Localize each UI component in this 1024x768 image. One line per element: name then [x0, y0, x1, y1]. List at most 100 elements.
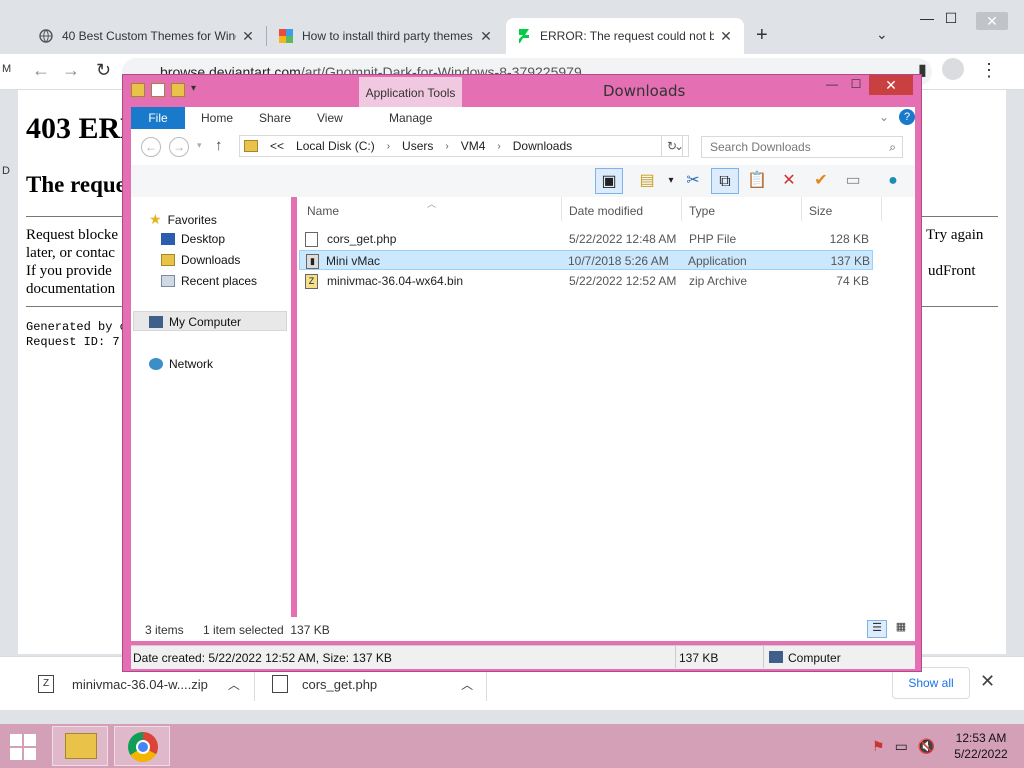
preview-pane-icon[interactable]: ▣: [595, 168, 623, 194]
column-size[interactable]: Size: [809, 204, 832, 218]
checkmark-icon[interactable]: ✔: [807, 168, 835, 194]
nav-label: Favorites: [167, 212, 217, 227]
recent-dropdown-icon[interactable]: ▾: [197, 140, 202, 151]
file-icon: [272, 675, 288, 693]
action-center-flag-icon[interactable]: ⚑: [872, 738, 885, 755]
delete-icon[interactable]: ✕: [775, 168, 803, 194]
cut-icon[interactable]: ✂: [679, 168, 707, 194]
file-type: PHP File: [689, 232, 737, 246]
breadcrumb-overflow[interactable]: <<: [270, 139, 284, 153]
maximize-button[interactable]: ☐: [934, 10, 968, 30]
chevron-right-icon[interactable]: ›: [497, 141, 500, 152]
nav-favorites[interactable]: ★ Favorites: [149, 211, 217, 228]
breadcrumb[interactable]: << Local Disk (C:) › Users › VM4 › Downl…: [239, 135, 689, 157]
address-row: ← → ▾ ↑ << Local Disk (C:) › Users › VM4…: [131, 129, 915, 165]
close-icon[interactable]: ✕: [980, 671, 995, 692]
breadcrumb-item[interactable]: Downloads: [513, 139, 572, 153]
menu-kebab-icon[interactable]: ⋮: [980, 60, 998, 81]
folder-icon[interactable]: [131, 83, 145, 97]
file-row-selected[interactable]: ▮ Mini vMac 10/7/2018 5:26 AM Applicatio…: [299, 250, 873, 270]
tab-error-active[interactable]: ERROR: The request could not be satisfie…: [506, 18, 744, 54]
details-view-icon[interactable]: ☰: [867, 620, 887, 638]
taskbar-chrome[interactable]: [114, 726, 170, 766]
large-icons-view-icon[interactable]: ▦: [891, 620, 911, 638]
close-tab-icon[interactable]: ✕: [718, 28, 734, 45]
windows-logo-pane: [10, 748, 22, 760]
search-icon: ⌕: [889, 140, 896, 154]
breadcrumb-item[interactable]: VM4: [461, 139, 486, 153]
column-separator[interactable]: [681, 197, 682, 221]
close-button[interactable]: ✕: [869, 75, 913, 95]
file-row[interactable]: Z minivmac-36.04-wx64.bin 5/22/2022 12:5…: [299, 271, 873, 291]
reload-icon[interactable]: ↻: [96, 60, 111, 81]
close-button[interactable]: ✕: [976, 12, 1008, 30]
tab-view[interactable]: View: [317, 111, 343, 125]
body-text: Request blocke: [26, 227, 119, 243]
windows-logo-pane: [10, 734, 22, 746]
forward-arrow-icon[interactable]: →: [169, 137, 189, 157]
back-arrow-icon[interactable]: ←: [141, 137, 161, 157]
column-separator[interactable]: [881, 197, 882, 221]
maximize-button[interactable]: ☐: [845, 77, 867, 95]
body-text: documentation: [26, 281, 116, 297]
file-list: Name ︿ Date modified Type Size cors_get.…: [297, 197, 915, 617]
download-item[interactable]: cors_get.php ︿: [272, 669, 473, 699]
column-name[interactable]: Name: [307, 204, 339, 218]
error-subheading: The reque: [26, 172, 126, 197]
dropdown-icon[interactable]: ▾: [191, 83, 196, 97]
globe-icon[interactable]: ●: [879, 168, 907, 194]
start-button[interactable]: [10, 734, 38, 760]
column-separator[interactable]: [561, 197, 562, 221]
desktop-icon: [161, 233, 175, 245]
chevron-right-icon[interactable]: ›: [445, 141, 448, 152]
file-row[interactable]: cors_get.php 5/22/2022 12:48 AM PHP File…: [299, 229, 873, 249]
breadcrumb-item[interactable]: Local Disk (C:): [296, 139, 375, 153]
help-icon[interactable]: ?: [899, 109, 915, 125]
zip-file-icon: Z: [38, 675, 54, 693]
refresh-button[interactable]: ↻: [661, 135, 683, 157]
paste-icon[interactable]: 📋: [743, 168, 771, 194]
tab-share[interactable]: Share: [259, 111, 291, 125]
new-tab-button[interactable]: +: [756, 24, 768, 47]
chevron-up-icon[interactable]: ︿: [461, 676, 473, 693]
tab-separator: [266, 26, 267, 46]
nav-mycomputer[interactable]: My Computer: [149, 315, 241, 329]
nav-downloads[interactable]: Downloads: [161, 253, 240, 267]
breadcrumb-item[interactable]: Users: [402, 139, 433, 153]
tab-manage[interactable]: Manage: [389, 111, 432, 125]
application-tools-label: Application Tools: [359, 77, 462, 110]
column-separator[interactable]: [801, 197, 802, 221]
rename-icon[interactable]: ▭: [839, 168, 867, 194]
column-date[interactable]: Date modified: [569, 204, 643, 218]
up-arrow-icon[interactable]: ↑: [215, 137, 223, 154]
close-tab-icon[interactable]: ✕: [240, 28, 256, 45]
expand-ribbon-icon[interactable]: ⌄: [879, 110, 889, 124]
divider: [763, 646, 764, 668]
profile-avatar[interactable]: [942, 58, 964, 80]
properties-icon[interactable]: [151, 83, 165, 97]
minimize-button[interactable]: —: [819, 77, 845, 95]
forward-arrow-icon[interactable]: →: [62, 60, 80, 81]
chevron-right-icon[interactable]: ›: [387, 141, 390, 152]
back-arrow-icon[interactable]: ←: [32, 60, 50, 81]
volume-muted-icon[interactable]: 🔇: [918, 738, 935, 755]
tab-home[interactable]: Home: [201, 111, 233, 125]
tab-custom-themes[interactable]: 40 Best Custom Themes for Windows ✕: [28, 18, 266, 54]
new-folder-icon[interactable]: [171, 83, 185, 97]
taskbar-explorer[interactable]: [52, 726, 108, 766]
copy-icon[interactable]: ⧉: [711, 168, 739, 194]
chevron-up-icon[interactable]: ︿: [228, 676, 240, 693]
column-type[interactable]: Type: [689, 204, 715, 218]
close-tab-icon[interactable]: ✕: [478, 28, 494, 45]
network-status-icon[interactable]: ▭: [895, 738, 908, 755]
chrome-icon-center: [136, 740, 150, 754]
nav-recent[interactable]: Recent places: [161, 274, 257, 288]
clock[interactable]: 12:53 AM 5/22/2022: [948, 730, 1014, 762]
search-input[interactable]: Search Downloads ⌕: [701, 136, 903, 158]
download-item[interactable]: Z minivmac-36.04-w....zip ︿: [38, 669, 240, 699]
nav-desktop[interactable]: Desktop: [161, 232, 225, 246]
tab-install-themes[interactable]: How to install third party themes ✕: [268, 18, 504, 54]
nav-network[interactable]: Network: [149, 357, 213, 371]
tab-file[interactable]: File: [131, 107, 185, 129]
tab-search-chevron-icon[interactable]: ⌄: [876, 26, 888, 43]
